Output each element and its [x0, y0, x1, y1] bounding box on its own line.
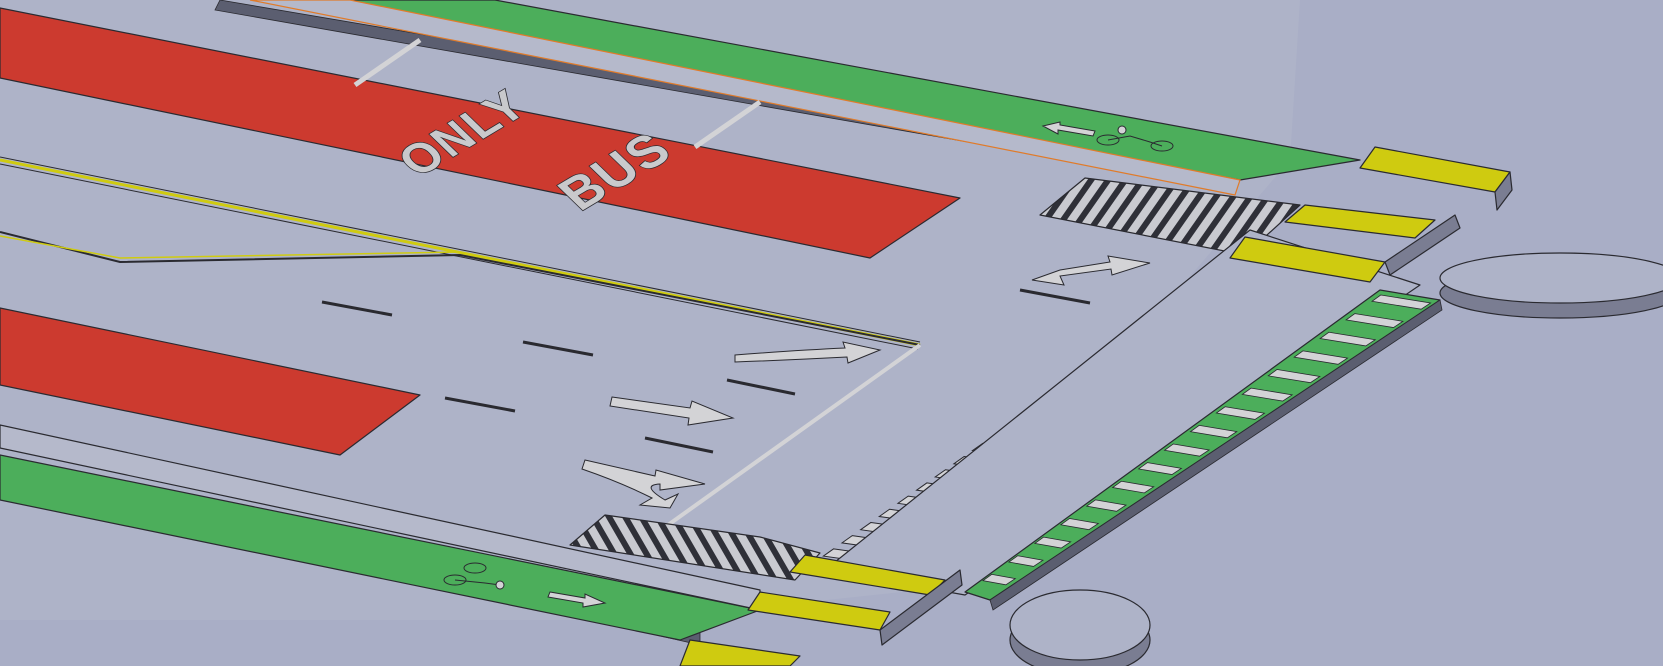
curb-yellow	[1284, 204, 1436, 239]
curb-yellow	[679, 639, 801, 666]
curb-yellow	[1359, 146, 1511, 193]
intersection-3d-view: ONLY BUS	[0, 0, 1663, 666]
planter-southeast	[1009, 589, 1151, 666]
planter-northeast	[1439, 252, 1663, 319]
